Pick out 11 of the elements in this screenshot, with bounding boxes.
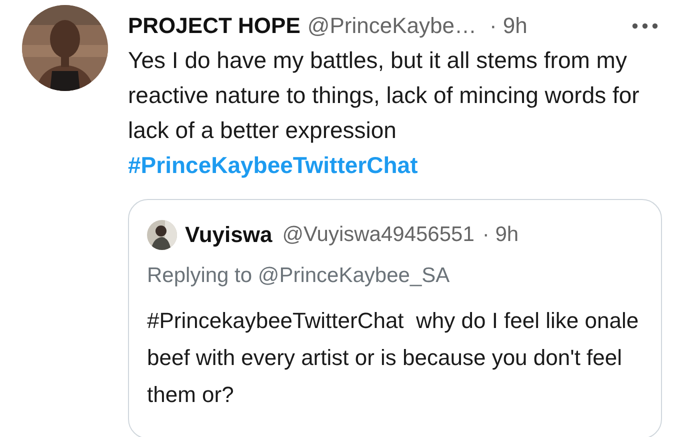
user-name[interactable]: PROJECT HOPE xyxy=(128,13,300,39)
timestamp: · 9h xyxy=(489,13,528,39)
user-handle[interactable]: @Vuyiswa49456551 xyxy=(282,223,474,247)
tweet-text: #PrincekaybeeTwitterChat why do I feel like onale beef with every artist or is because you don't feel them or? xyxy=(147,307,640,409)
quoted-tweet-card[interactable]: Vuyiswa @Vuyiswa49456551 · 9h Replying to @PrinceKaybee_SA #PrincekaybeeTwitterChat why do I feel like onale beef with every artist or is because you don't feel them or? xyxy=(128,199,662,437)
timestamp: · 9h xyxy=(482,223,519,247)
replying-to-text: Replying to @PrinceKaybee_SA xyxy=(147,264,451,288)
user-name[interactable]: Vuyiswa xyxy=(185,222,272,248)
more-options-icon[interactable] xyxy=(632,23,658,29)
tweet-text: Yes I do have my battles, but it all stems from my reactive nature to things, lack of mincing words for lack of a better expression #PrinceKaybeeTwitterChat xyxy=(128,46,640,180)
user-handle[interactable]: @PrinceKaybe… xyxy=(307,13,476,39)
